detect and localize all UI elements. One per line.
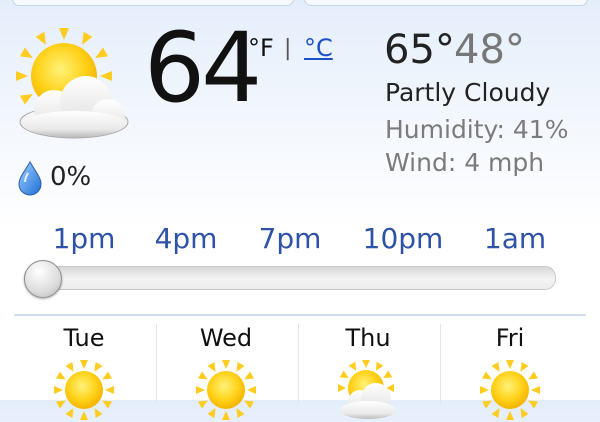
sunny-icon <box>54 360 114 420</box>
high-temperature: 65° <box>384 27 455 73</box>
hour-label[interactable]: 10pm <box>363 222 444 255</box>
unit-separator: | <box>284 36 292 61</box>
unit-celsius-link[interactable]: °C <box>304 34 333 62</box>
unit-fahrenheit: °F <box>248 34 274 62</box>
forecast-day[interactable]: Wed <box>156 320 296 420</box>
top-tab-left[interactable] <box>12 0 294 6</box>
low-temperature: 48° <box>454 27 525 73</box>
sunny-icon <box>480 360 540 420</box>
forecast-day[interactable]: Fri <box>440 320 580 420</box>
hour-label[interactable]: 4pm <box>155 222 218 255</box>
hour-labels: 1pm 4pm 7pm 10pm 1am <box>0 222 600 256</box>
current-temperature: 64 <box>144 12 262 124</box>
time-slider-thumb[interactable] <box>24 260 62 298</box>
forecast-day-name: Tue <box>63 324 105 352</box>
precipitation-chance: 0% <box>50 162 92 192</box>
hour-label[interactable]: 7pm <box>259 222 322 255</box>
time-slider-track[interactable] <box>24 266 556 290</box>
partly-cloudy-icon <box>16 28 129 139</box>
forecast-day-name: Wed <box>199 324 253 352</box>
forecast-divider <box>14 314 586 316</box>
wind-text: Wind: 4 mph <box>385 148 545 177</box>
condition-text: Partly Cloudy <box>385 78 551 107</box>
partly-cloudy-icon <box>338 360 396 419</box>
hour-label[interactable]: 1pm <box>53 222 116 255</box>
raindrop-icon <box>18 161 42 196</box>
top-tab-right[interactable] <box>304 0 588 6</box>
forecast-day[interactable]: Tue <box>14 320 154 420</box>
sunny-icon <box>196 360 256 420</box>
humidity-text: Humidity: 41% <box>385 115 569 144</box>
forecast-day[interactable]: Thu <box>298 320 438 419</box>
forecast-day-name: Fri <box>495 324 525 352</box>
hour-label[interactable]: 1am <box>484 222 546 255</box>
forecast-day-name: Thu <box>345 324 391 352</box>
